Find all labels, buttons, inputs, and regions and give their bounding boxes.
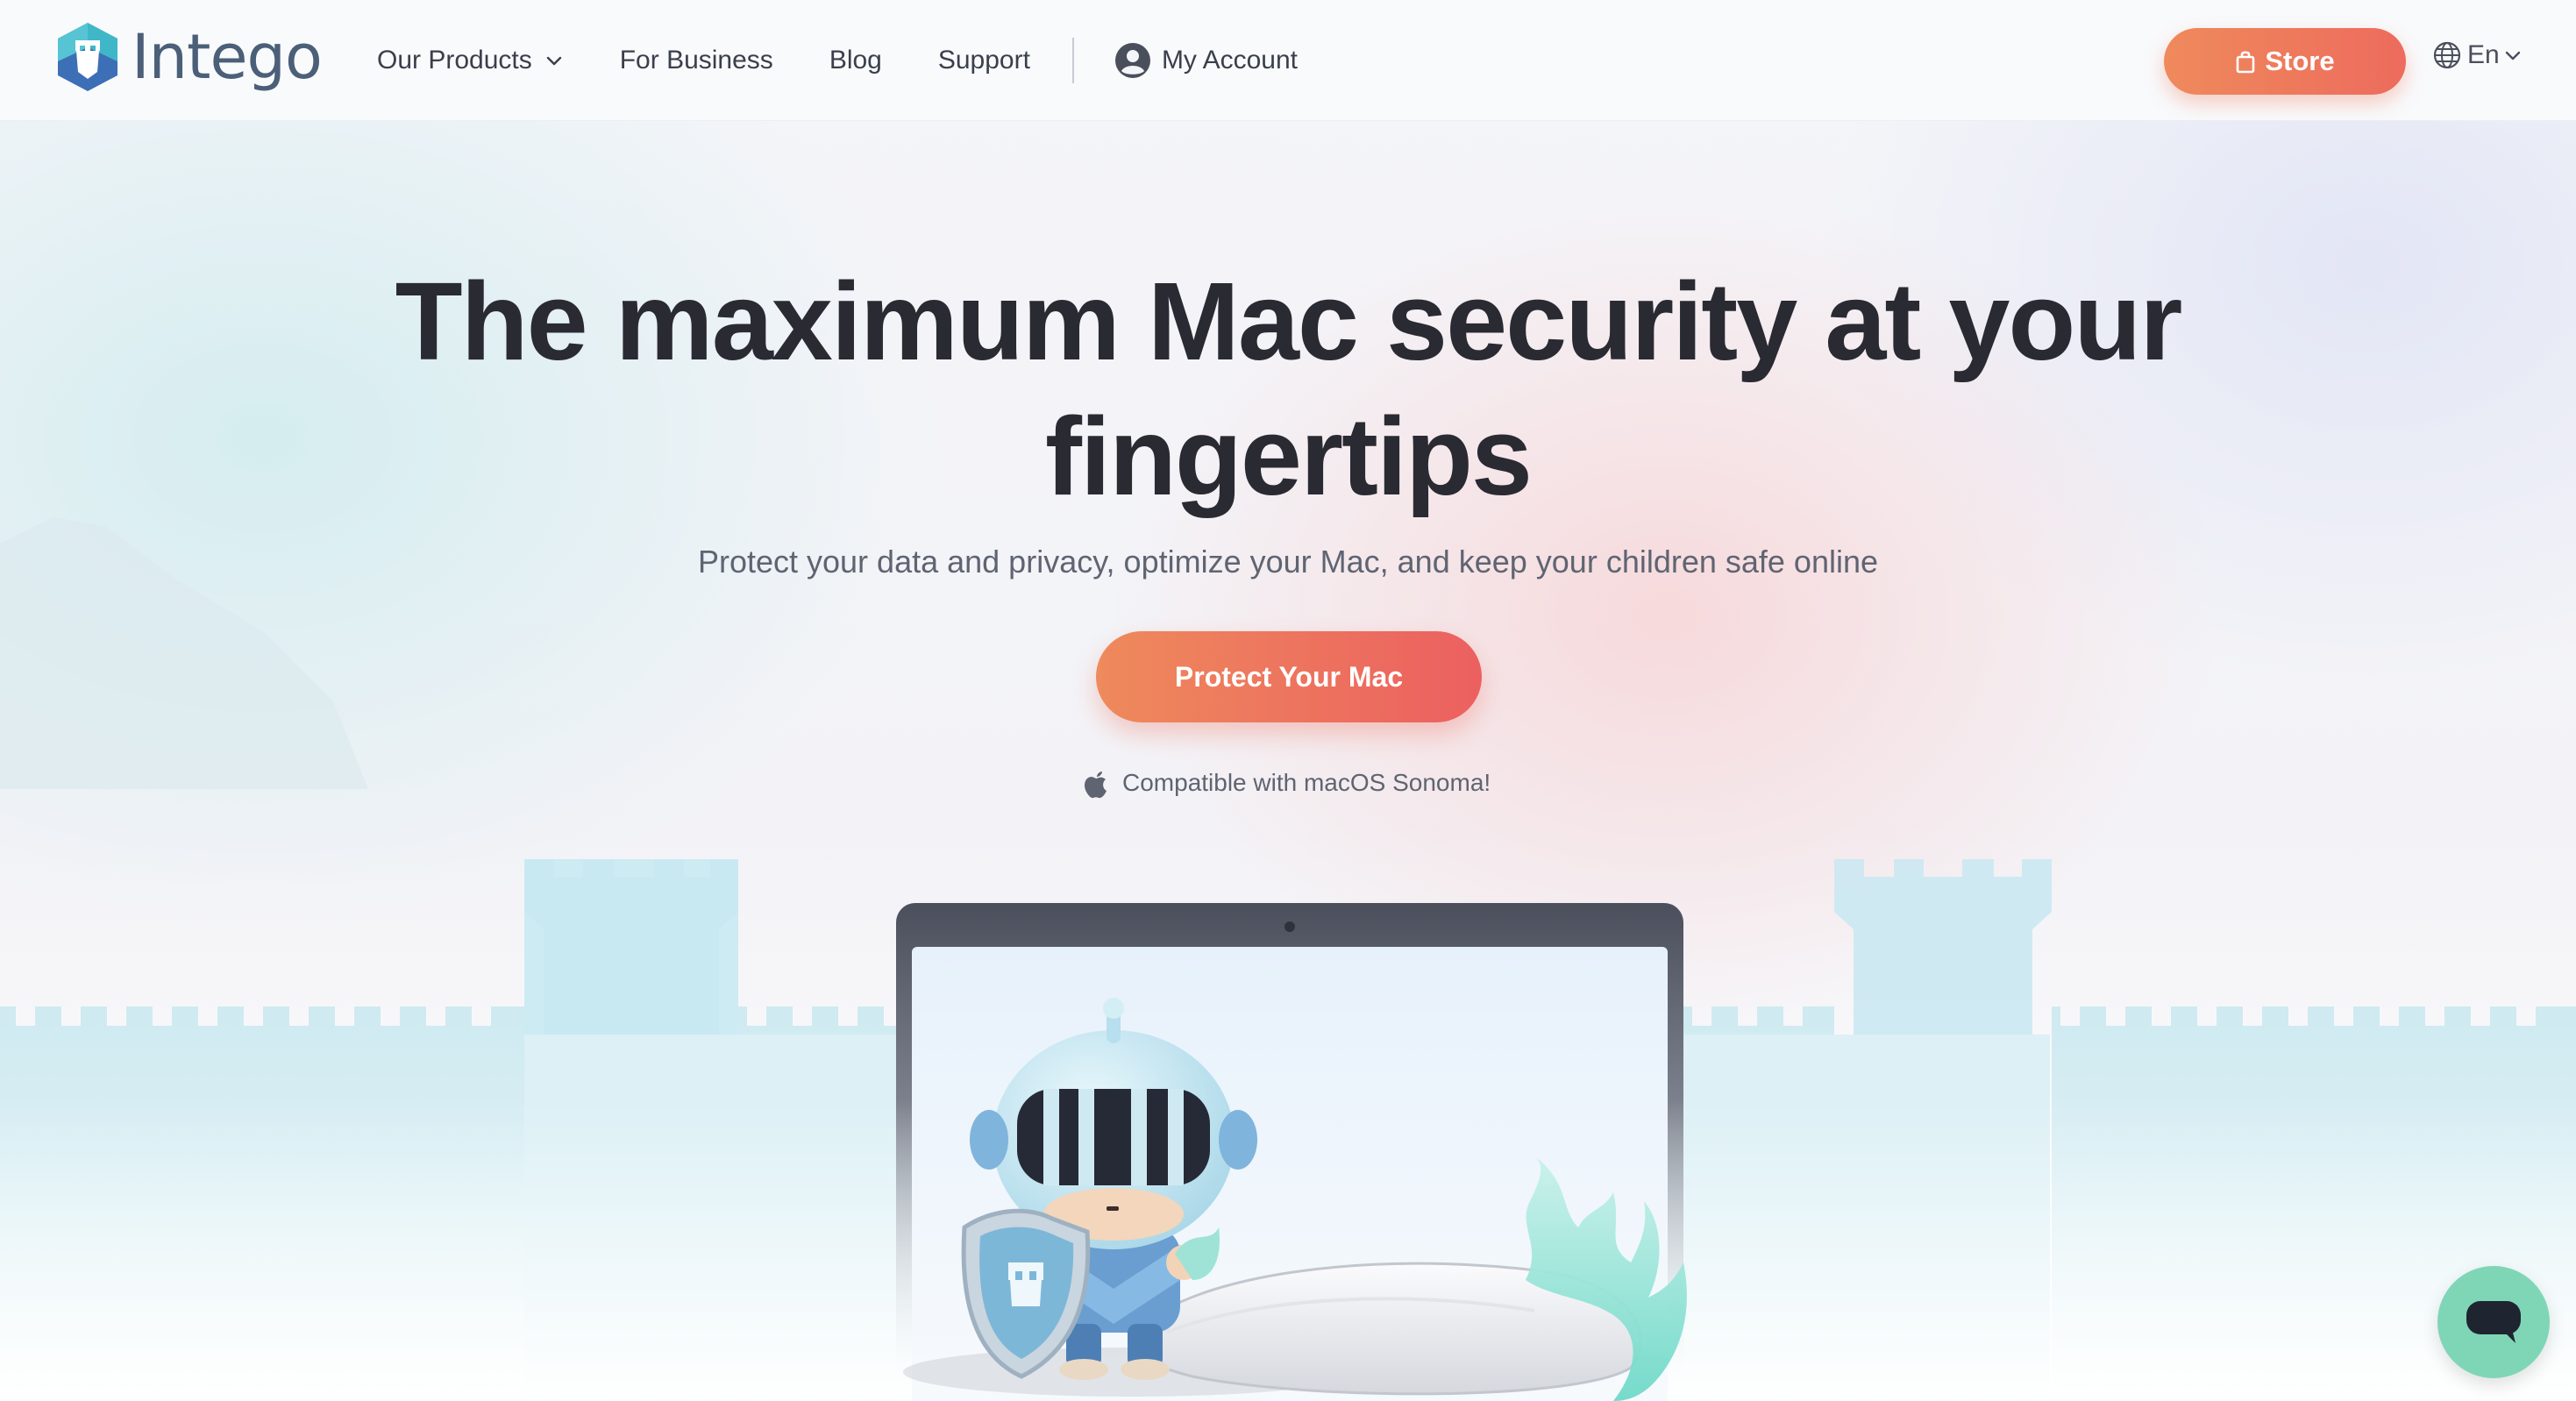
protect-your-mac-label: Protect Your Mac [1174,660,1404,693]
nav-for-business[interactable]: For Business [620,46,773,75]
language-label: En [2467,40,2500,69]
hero-illustration [0,517,2576,1401]
nav-support[interactable]: Support [938,46,1030,75]
store-button-label: Store [2265,46,2335,76]
page: Intego Our Products For Business Blog Su… [0,0,2576,1401]
nav-my-account[interactable]: My Account [1114,42,1298,79]
nav-for-business-label: For Business [619,46,773,75]
nav-our-products-label: Our Products [377,46,532,75]
chevron-down-icon [2505,51,2520,60]
hero-headline: The maximum Mac security at your fingert… [395,260,2183,518]
main-nav: Our Products For Business Blog Support M… [377,0,1298,121]
nav-my-account-label: My Account [1161,46,1299,75]
protect-your-mac-button[interactable]: Protect Your Mac [1096,631,1482,722]
shopping-bag-icon [2237,51,2255,74]
nav-support-label: Support [937,46,1030,75]
globe-icon [2433,41,2461,69]
language-selector[interactable]: En [2432,40,2523,70]
apple-icon [1084,772,1107,799]
nav-blog-label: Blog [829,46,882,75]
nav-blog[interactable]: Blog [829,46,882,75]
store-button[interactable]: Store [2164,28,2406,95]
compatibility-note: Compatible with macOS Sonoma! [1082,766,1491,800]
compatibility-text: Compatible with macOS Sonoma! [1122,769,1491,796]
intego-shield-logo-icon [58,23,117,91]
top-navigation-bar: Intego Our Products For Business Blog Su… [0,0,2576,121]
user-circle-icon [1114,43,1150,78]
nav-divider [1071,38,1074,83]
nav-our-products[interactable]: Our Products [377,46,564,75]
chat-bubble-icon [2466,1301,2521,1343]
intego-logo[interactable]: Intego [54,21,323,93]
chat-widget-button[interactable] [2437,1266,2550,1378]
chevron-down-icon [546,56,561,66]
hero-subheading: Protect your data and privacy, optimize … [697,544,1879,580]
logo-wordmark: Intego [132,21,323,93]
